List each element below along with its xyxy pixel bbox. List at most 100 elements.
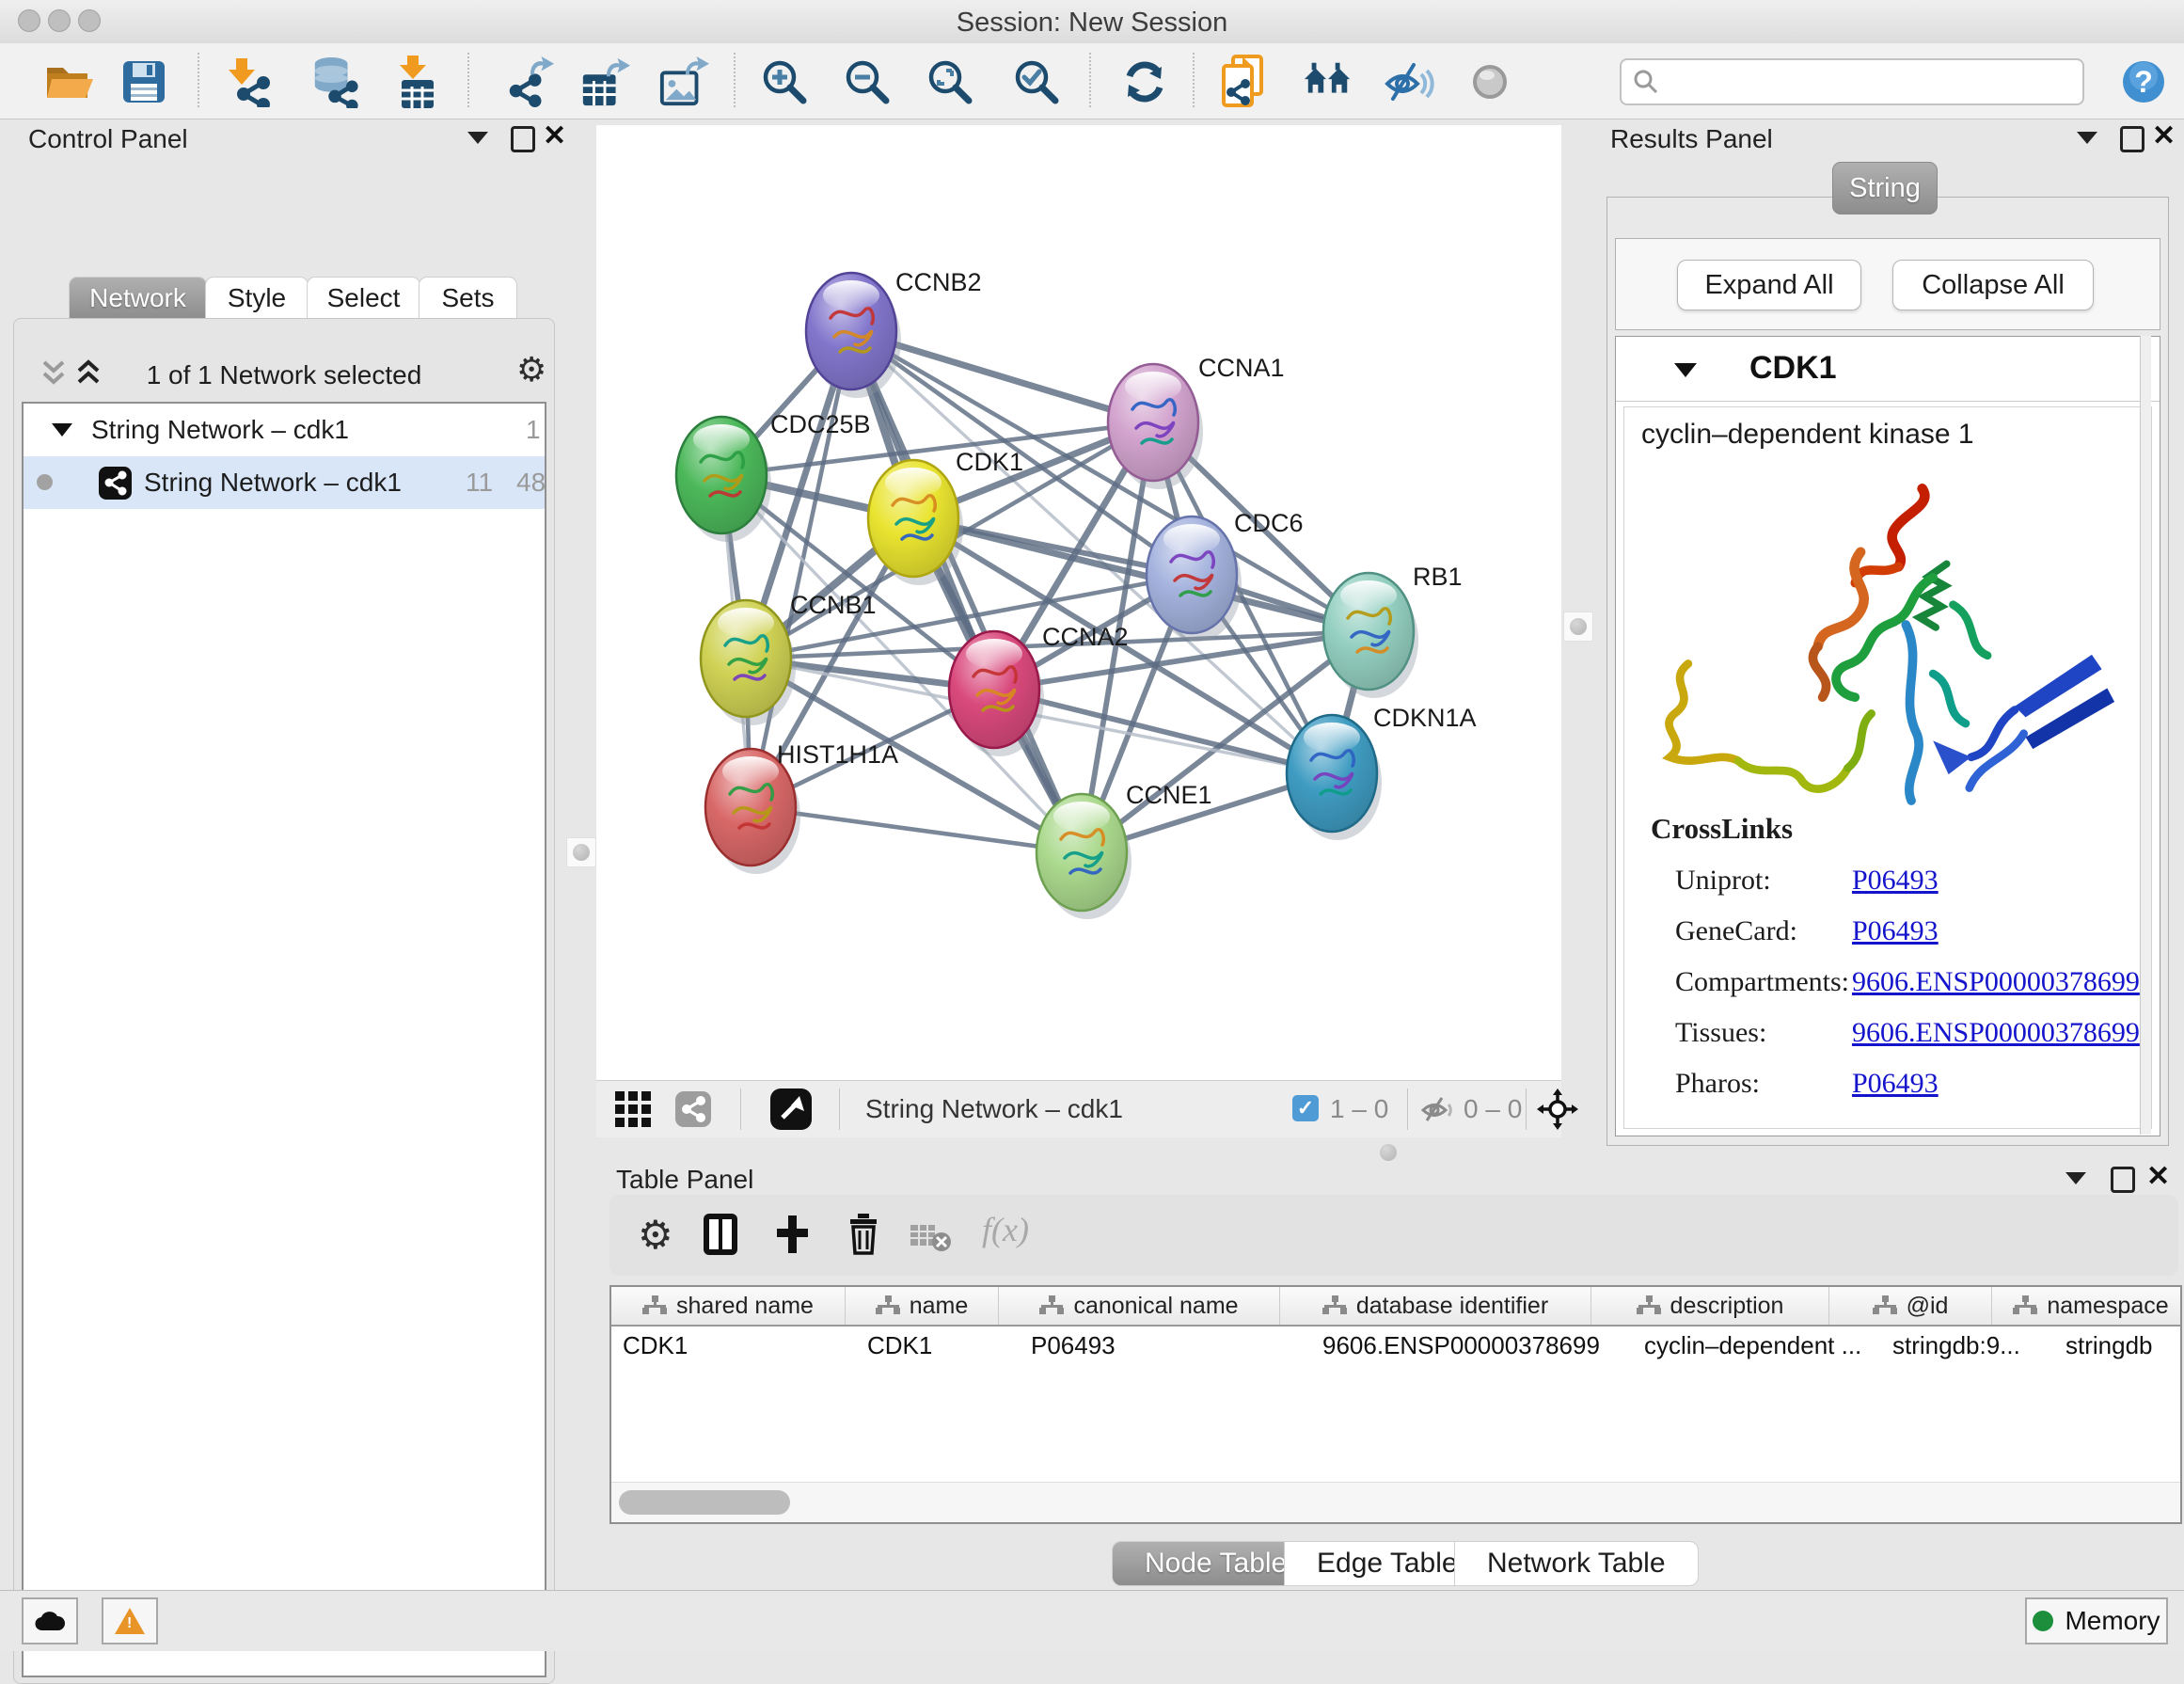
table-cell[interactable]: P06493 <box>1020 1327 1311 1364</box>
network-canvas[interactable]: CCNB2CCNA1CDC25BCDK1CDC6RB1CCNB1CCNA2CDK… <box>596 125 1561 1080</box>
network-node-HIST1H1A[interactable]: HIST1H1A <box>705 740 898 874</box>
network-node-CDKN1A[interactable]: CDKN1A <box>1287 704 1477 840</box>
import-network-from-database-icon[interactable] <box>309 56 360 107</box>
zoom-fit-icon[interactable] <box>925 56 975 107</box>
crosslink-genecard-link[interactable]: P06493 <box>1852 915 1939 947</box>
network-node-RB1[interactable]: RB1 <box>1323 563 1463 698</box>
grid-view-icon[interactable] <box>615 1091 651 1132</box>
results-panel-maximize-icon[interactable] <box>2120 126 2144 152</box>
collapse-all-button[interactable]: Collapse All <box>1892 260 2094 310</box>
export-network-icon[interactable] <box>503 56 554 107</box>
help-icon[interactable]: ? <box>2118 56 2169 107</box>
save-session-icon[interactable] <box>119 56 169 107</box>
network-share-view-icon[interactable] <box>675 1091 711 1132</box>
network-node-CDC6[interactable]: CDC6 <box>1147 509 1304 642</box>
zoom-out-icon[interactable] <box>842 56 893 107</box>
import-table-icon[interactable] <box>392 56 443 107</box>
selected-checkbox-icon[interactable]: ✓ <box>1292 1095 1319 1121</box>
network-node-CCNE1[interactable]: CCNE1 <box>1037 781 1212 919</box>
clear-table-icon[interactable] <box>910 1221 952 1258</box>
search-input[interactable] <box>1665 62 2073 100</box>
cloud-button[interactable] <box>22 1597 78 1644</box>
pan-crosshair-icon[interactable] <box>1537 1088 1578 1135</box>
table-cell[interactable]: stringdb <box>2054 1327 2184 1364</box>
column-header-name[interactable]: name <box>846 1287 999 1325</box>
expand-all-button[interactable]: Expand All <box>1677 260 1861 310</box>
network-node-CDK1[interactable]: CDK1 <box>868 448 1023 585</box>
eye-icon[interactable] <box>1464 56 1515 107</box>
column-header-@id[interactable]: @id <box>1829 1287 1992 1325</box>
svg-text:?: ? <box>2134 65 2153 99</box>
clone-network-icon[interactable] <box>1218 56 1269 107</box>
import-network-icon[interactable] <box>223 56 274 107</box>
network-options-gear-icon[interactable]: ⚙ <box>516 353 546 387</box>
table-row[interactable]: CDK1CDK1P064939606.ENSP00000378699cyclin… <box>611 1327 2180 1364</box>
control-panel-maximize-icon[interactable] <box>511 126 535 152</box>
results-scrollbar[interactable] <box>2140 336 2151 1135</box>
column-header-database-identifier[interactable]: database identifier <box>1280 1287 1591 1325</box>
table-options-gear-icon[interactable]: ⚙ <box>638 1215 673 1255</box>
left-splitter-handle[interactable] <box>566 837 596 867</box>
show-columns-icon[interactable] <box>704 1214 737 1260</box>
scrollbar-thumb[interactable] <box>619 1490 790 1515</box>
zoom-selected-icon[interactable] <box>1011 56 1062 107</box>
table-cell[interactable]: stringdb:9... <box>1881 1327 2054 1364</box>
search-icon <box>1633 69 1659 95</box>
column-header-namespace[interactable]: namespace <box>1992 1287 2184 1325</box>
crosslink-pharos-link[interactable]: P06493 <box>1852 1068 1939 1100</box>
tab-sets[interactable]: Sets <box>419 277 517 319</box>
results-panel-close-icon[interactable]: ✕ <box>2152 122 2176 151</box>
export-image-icon[interactable] <box>658 56 709 107</box>
gene-collapse-icon[interactable] <box>1674 363 1697 377</box>
search-box[interactable] <box>1620 58 2084 105</box>
network-collection-row[interactable]: String Network – cdk1 1 <box>24 404 545 456</box>
tab-network-table[interactable]: Network Table <box>1454 1541 1699 1586</box>
network-node-CCNB1[interactable]: CCNB1 <box>701 591 877 725</box>
export-table-icon[interactable] <box>579 56 630 107</box>
network-node-CCNA1[interactable]: CCNA1 <box>1108 354 1285 489</box>
svg-text:CDKN1A: CDKN1A <box>1373 704 1477 732</box>
hide-panels-eye-slash-icon[interactable] <box>1384 56 1434 107</box>
results-panel-float-icon[interactable] <box>2077 132 2097 144</box>
table-horizontal-scrollbar[interactable] <box>611 1482 2180 1522</box>
network-node-CCNB2[interactable]: CCNB2 <box>806 268 982 398</box>
crosslink-uniprot-link[interactable]: P06493 <box>1852 865 1939 897</box>
hidden-eye-slash-icon[interactable] <box>1420 1094 1458 1131</box>
control-panel-float-icon[interactable] <box>467 132 488 144</box>
tab-network[interactable]: Network <box>69 277 207 319</box>
add-column-icon[interactable] <box>775 1214 809 1260</box>
memory-button[interactable]: Memory <box>2025 1597 2168 1644</box>
control-panel-close-icon[interactable]: ✕ <box>543 122 566 151</box>
tab-string[interactable]: String <box>1832 162 1938 214</box>
table-cell[interactable]: CDK1 <box>611 1327 856 1364</box>
table-panel-float-icon[interactable] <box>2065 1172 2086 1184</box>
zoom-in-icon[interactable] <box>759 56 810 107</box>
gene-section: CDK1 cyclin–dependent kinase 1 <box>1615 336 2160 1136</box>
column-header-shared-name[interactable]: shared name <box>611 1287 846 1325</box>
string-network-graph[interactable]: CCNB2CCNA1CDC25BCDK1CDC6RB1CCNB1CCNA2CDK… <box>596 125 1561 1080</box>
table-cell[interactable]: CDK1 <box>856 1327 1020 1364</box>
gene-section-header[interactable]: CDK1 <box>1616 337 2160 402</box>
birds-eye-view-icon[interactable] <box>770 1088 812 1135</box>
show-all-panels-icon[interactable] <box>1303 56 1353 107</box>
right-splitter-handle[interactable] <box>1563 612 1593 642</box>
collection-expand-icon[interactable] <box>52 423 72 437</box>
apply-function-icon[interactable]: f(x) <box>982 1210 1029 1249</box>
delete-column-trash-icon[interactable] <box>847 1214 880 1260</box>
tab-style[interactable]: Style <box>205 277 309 319</box>
refresh-icon[interactable] <box>1119 56 1170 107</box>
column-header-description[interactable]: description <box>1591 1287 1829 1325</box>
network-node-CDC25B[interactable]: CDC25B <box>676 410 871 542</box>
column-header-canonical-name[interactable]: canonical name <box>999 1287 1280 1325</box>
open-session-icon[interactable] <box>43 56 94 107</box>
warning-button[interactable]: ! <box>102 1597 158 1644</box>
node-table[interactable]: shared namenamecanonical namedatabase id… <box>609 1285 2182 1524</box>
table-panel-close-icon[interactable]: ✕ <box>2146 1163 2170 1191</box>
table-cell[interactable]: cyclin–dependent ... <box>1633 1327 1881 1364</box>
tab-select[interactable]: Select <box>307 277 420 319</box>
table-cell[interactable]: 9606.ENSP00000378699 <box>1311 1327 1633 1364</box>
crosslink-tissues-link[interactable]: 9606.ENSP00000378699 <box>1852 1017 2140 1049</box>
network-row-selected[interactable]: String Network – cdk1 11 48 <box>24 456 545 509</box>
crosslink-compartments-link[interactable]: 9606.ENSP00000378699 <box>1852 966 2140 998</box>
table-panel-maximize-icon[interactable] <box>2111 1167 2135 1193</box>
